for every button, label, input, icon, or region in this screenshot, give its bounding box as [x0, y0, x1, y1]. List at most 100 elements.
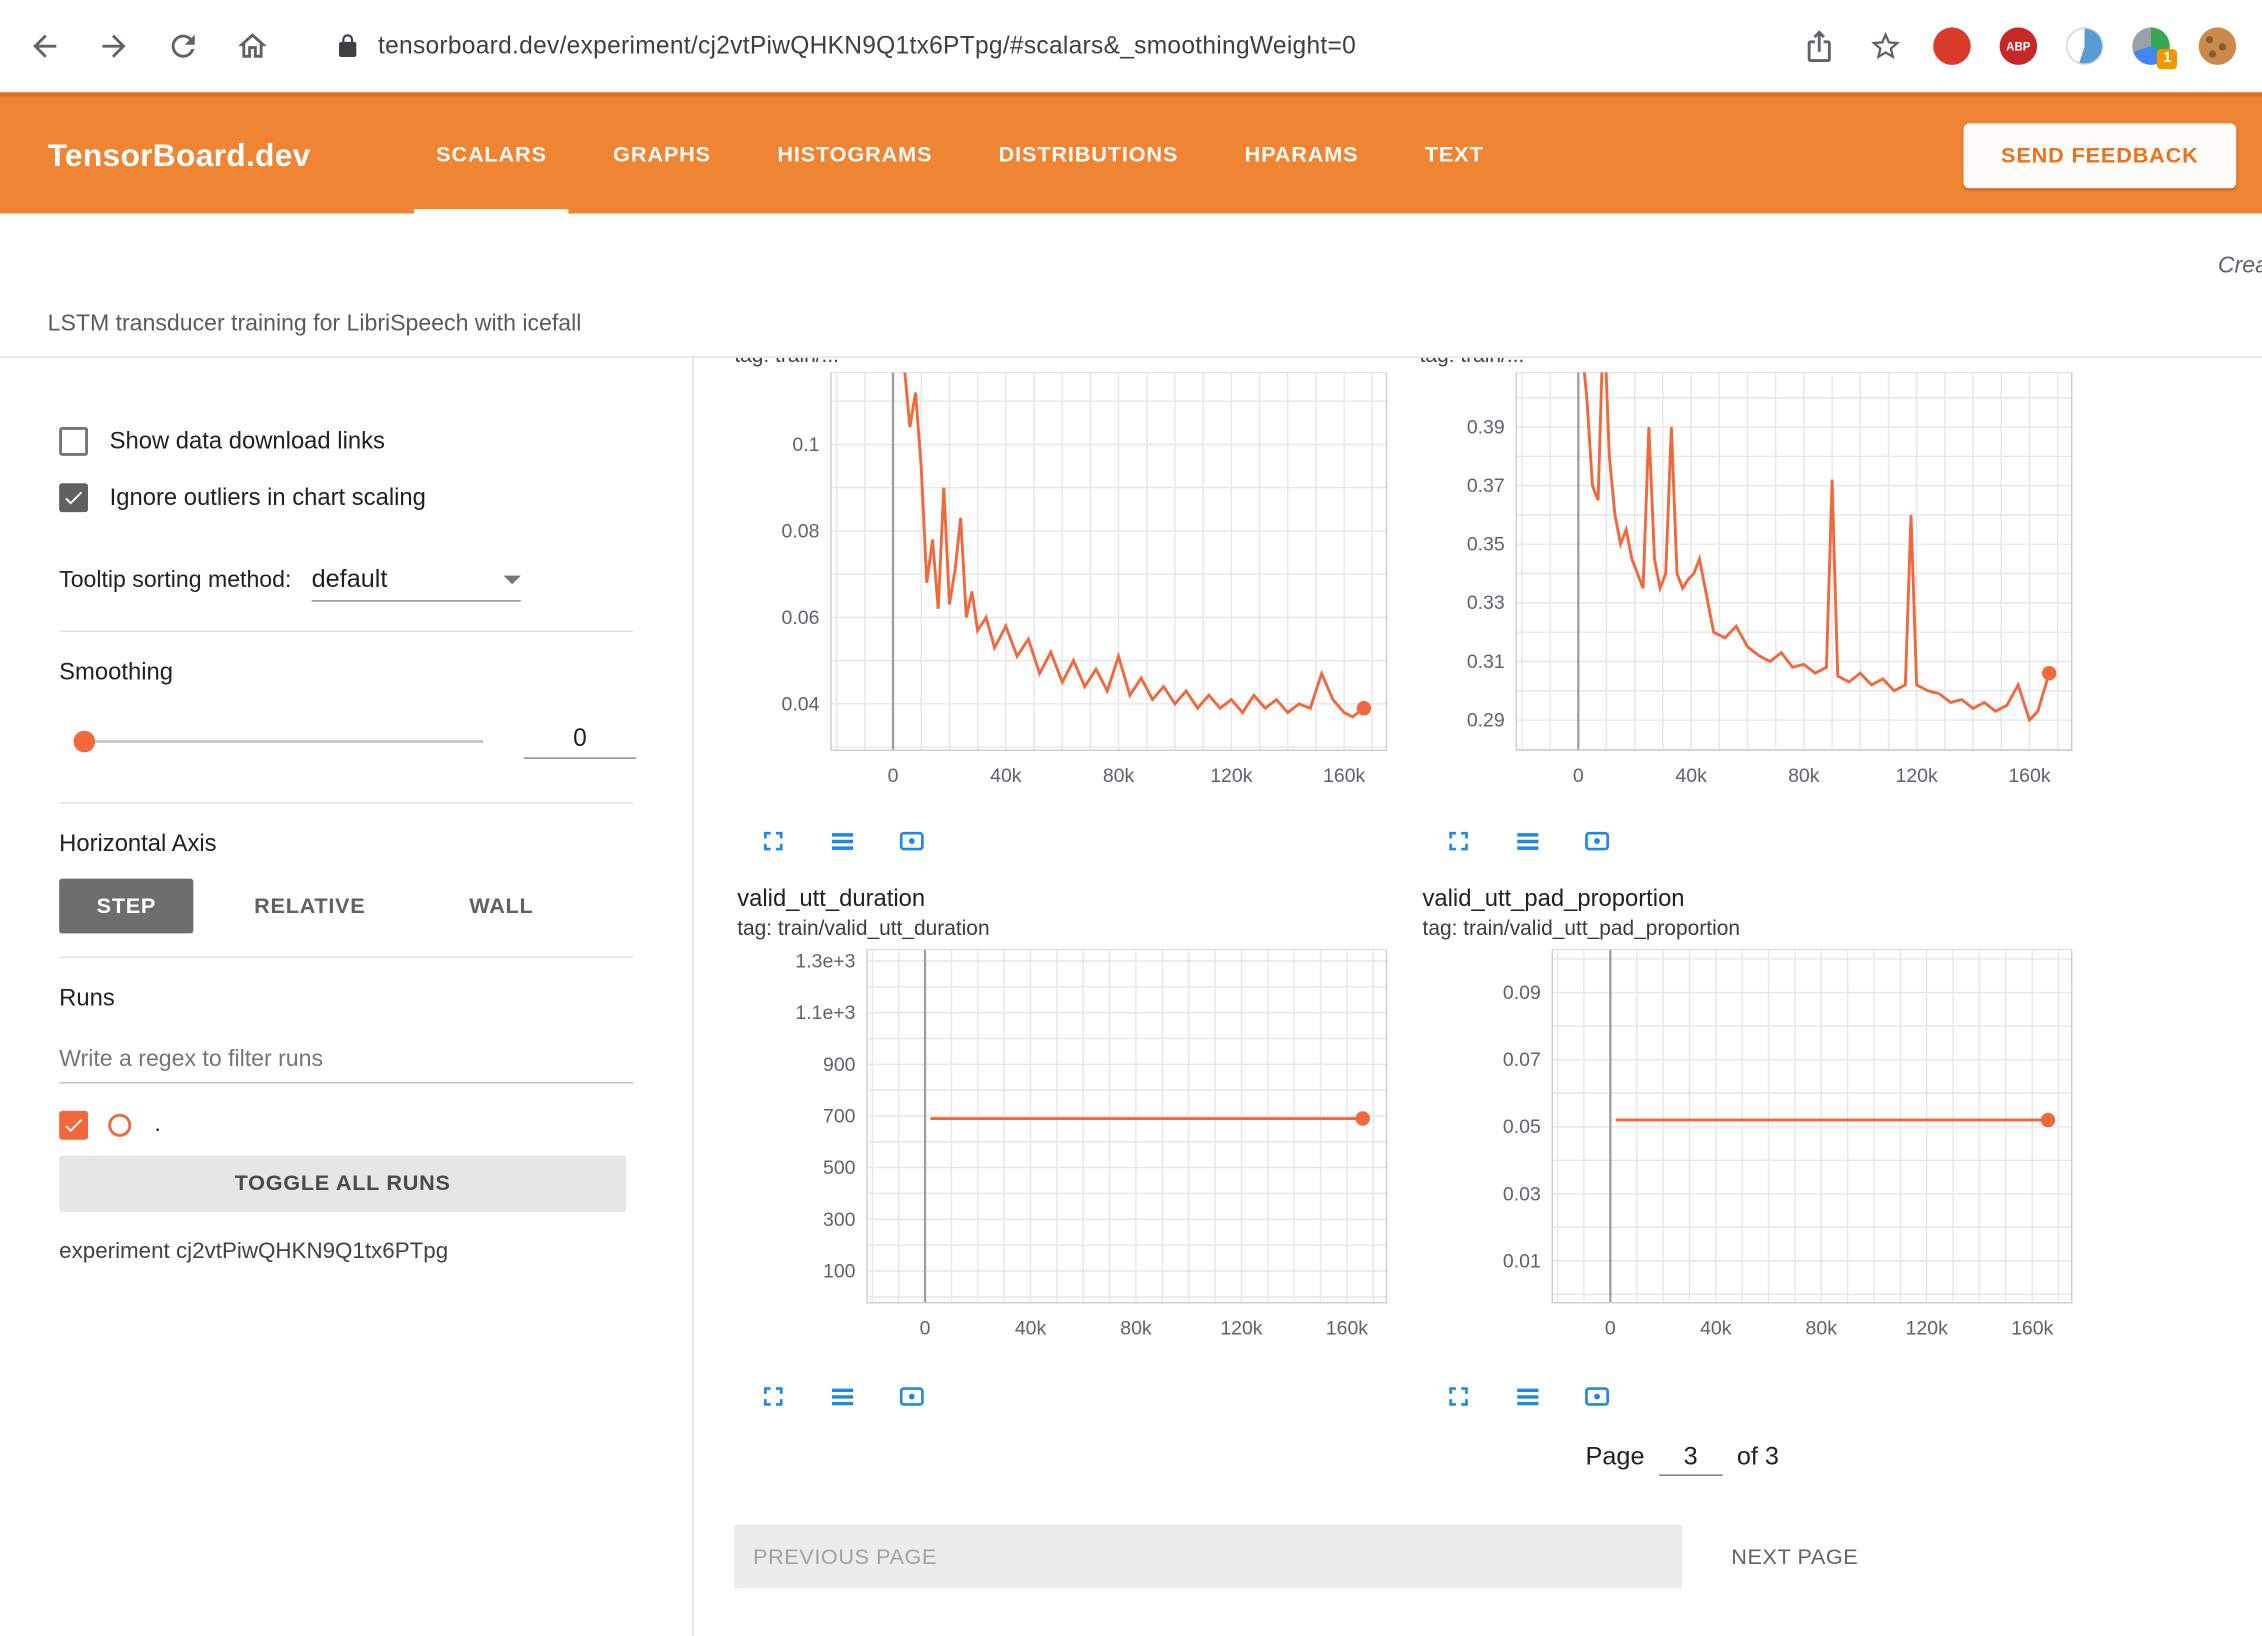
chart-grid-row1: tag: train/... 0.10.080.060.04040k80k120… [734, 358, 2262, 1415]
svg-text:0.06: 0.06 [782, 607, 820, 629]
svg-text:0.35: 0.35 [1467, 534, 1505, 556]
svg-text:900: 900 [823, 1054, 856, 1076]
previous-page-button[interactable]: PREVIOUS PAGE [734, 1525, 1682, 1588]
divider [59, 957, 633, 958]
svg-text:0.31: 0.31 [1467, 651, 1505, 673]
horizontal-lines-icon[interactable] [1512, 825, 1544, 857]
show-download-links-row: Show data download links [59, 421, 692, 461]
chart-canvas[interactable]: 1.3e+31.1e+3900700500300100040k80k120k16… [734, 949, 1412, 1360]
svg-text:0.01: 0.01 [1503, 1250, 1541, 1272]
horizontal-lines-icon[interactable] [1512, 1381, 1544, 1413]
fit-domain-icon[interactable] [896, 1381, 928, 1413]
settings-sidebar: Show data download links Ignore outliers… [0, 358, 694, 1636]
divider [59, 802, 633, 803]
tab-distributions[interactable]: DISTRIBUTIONS [965, 97, 1211, 214]
adblock-extension-icon[interactable] [1933, 27, 1971, 65]
tensorboard-logo[interactable]: TensorBoard.dev [48, 136, 311, 174]
show-download-links-checkbox[interactable] [59, 427, 88, 456]
svg-text:100: 100 [823, 1261, 856, 1283]
chart-tag: tag: train/valid_utt_duration [737, 918, 1412, 941]
fullscreen-icon[interactable] [757, 1381, 789, 1413]
svg-text:40k: 40k [990, 765, 1022, 787]
bookmark-star-icon[interactable] [1867, 27, 1905, 65]
fullscreen-icon[interactable] [1443, 825, 1475, 857]
chart-canvas[interactable]: 0.090.070.050.030.01040k80k120k160k [1420, 949, 2098, 1360]
tab-graphs[interactable]: GRAPHS [580, 97, 744, 214]
tab-text[interactable]: TEXT [1392, 97, 1517, 214]
smoothing-value-input[interactable]: 0 [524, 724, 637, 759]
chart-canvas[interactable]: 0.10.080.060.04040k80k120k160k [734, 372, 1412, 805]
toolbar-right-icons: ABP 1 [1800, 27, 2236, 65]
fit-domain-icon[interactable] [1581, 1381, 1613, 1413]
tab-scalars[interactable]: SCALARS [403, 97, 580, 214]
divider [59, 630, 633, 631]
chart-tag: tag: train/valid_utt_pad_proportion [1423, 918, 2098, 941]
fit-domain-icon[interactable] [896, 825, 928, 857]
browser-toolbar: tensorboard.dev/experiment/cj2vtPiwQHKN9… [0, 0, 2262, 92]
subheader: Crea LSTM transducer training for LibriS… [0, 214, 2262, 358]
experiment-id: experiment cj2vtPiwQHKN9Q1tx6PTpg [59, 1239, 692, 1265]
back-icon[interactable] [26, 27, 64, 65]
abp-extension-icon[interactable]: ABP [2000, 27, 2038, 65]
page-total-label: of 3 [1737, 1441, 1779, 1471]
checkbox-label: Show data download links [110, 428, 385, 455]
experiment-description: LSTM transducer training for LibriSpeech… [48, 312, 582, 338]
svg-text:80k: 80k [1103, 765, 1135, 787]
main-content: Show data download links Ignore outliers… [0, 358, 2262, 1636]
address-bar[interactable]: tensorboard.dev/experiment/cj2vtPiwQHKN9… [335, 32, 1775, 61]
horizontal-lines-icon[interactable] [827, 1381, 859, 1413]
pager-buttons: PREVIOUS PAGE NEXT PAGE [734, 1525, 2262, 1588]
page-label: Page [1586, 1441, 1645, 1471]
smoothing-slider[interactable] [76, 740, 483, 743]
fit-domain-icon[interactable] [1581, 825, 1613, 857]
chevron-down-icon [503, 575, 520, 584]
svg-text:0.03: 0.03 [1503, 1183, 1541, 1205]
toggle-all-runs-button[interactable]: TOGGLE ALL RUNS [59, 1156, 626, 1212]
horizontal-axis-toggle: STEP RELATIVE WALL [59, 879, 692, 934]
reload-icon[interactable] [164, 27, 202, 65]
profile-avatar-icon[interactable]: 1 [2132, 27, 2170, 65]
horizontal-lines-icon[interactable] [827, 825, 859, 857]
forward-icon[interactable] [95, 27, 133, 65]
svg-text:0.09: 0.09 [1503, 982, 1541, 1004]
ignore-outliers-checkbox[interactable] [59, 483, 88, 512]
home-icon[interactable] [234, 27, 272, 65]
svg-text:80k: 80k [1120, 1317, 1152, 1339]
cookie-extension-icon[interactable] [2199, 27, 2237, 65]
pie-extension-icon[interactable] [2066, 27, 2104, 65]
share-icon[interactable] [1800, 27, 1838, 65]
axis-step-button[interactable]: STEP [59, 879, 193, 934]
runs-filter-input[interactable] [59, 1039, 633, 1084]
page-number-input[interactable]: 3 [1659, 1441, 1722, 1476]
svg-text:0.33: 0.33 [1467, 592, 1505, 614]
svg-text:0.04: 0.04 [782, 693, 820, 715]
tab-histograms[interactable]: HISTOGRAMS [744, 97, 965, 214]
run-name: . [154, 1112, 160, 1138]
svg-text:0.07: 0.07 [1503, 1049, 1541, 1071]
chart-title: valid_utt_pad_proportion [1423, 886, 2098, 913]
fullscreen-icon[interactable] [1443, 1381, 1475, 1413]
svg-text:160k: 160k [2008, 765, 2050, 787]
svg-text:0.29: 0.29 [1467, 710, 1505, 732]
ignore-outliers-row: Ignore outliers in chart scaling [59, 478, 692, 518]
clipped-created-text: Crea [2218, 254, 2262, 280]
next-page-button[interactable]: NEXT PAGE [1723, 1543, 1867, 1570]
tooltip-sorting-dropdown[interactable]: default [312, 564, 521, 602]
chart-canvas[interactable]: 0.390.370.350.330.310.29040k80k120k160k [1420, 372, 2098, 805]
dropdown-value: default [312, 564, 388, 594]
fullscreen-icon[interactable] [757, 825, 789, 857]
svg-text:0.39: 0.39 [1467, 417, 1505, 439]
svg-text:120k: 120k [1906, 1317, 1948, 1339]
tooltip-sorting-row: Tooltip sorting method: default [59, 564, 692, 602]
run-checkbox[interactable] [59, 1111, 88, 1140]
svg-text:1.3e+3: 1.3e+3 [795, 950, 855, 972]
svg-text:120k: 120k [1220, 1317, 1262, 1339]
tab-hparams[interactable]: HPARAMS [1211, 97, 1391, 214]
send-feedback-button[interactable]: SEND FEEDBACK [1964, 123, 2237, 188]
chart-actions [734, 1378, 1412, 1416]
slider-thumb[interactable] [74, 731, 96, 753]
svg-text:0: 0 [1573, 765, 1584, 787]
axis-relative-button[interactable]: RELATIVE [222, 879, 397, 934]
axis-wall-button[interactable]: WALL [437, 879, 565, 934]
checkmark-icon [62, 486, 85, 509]
